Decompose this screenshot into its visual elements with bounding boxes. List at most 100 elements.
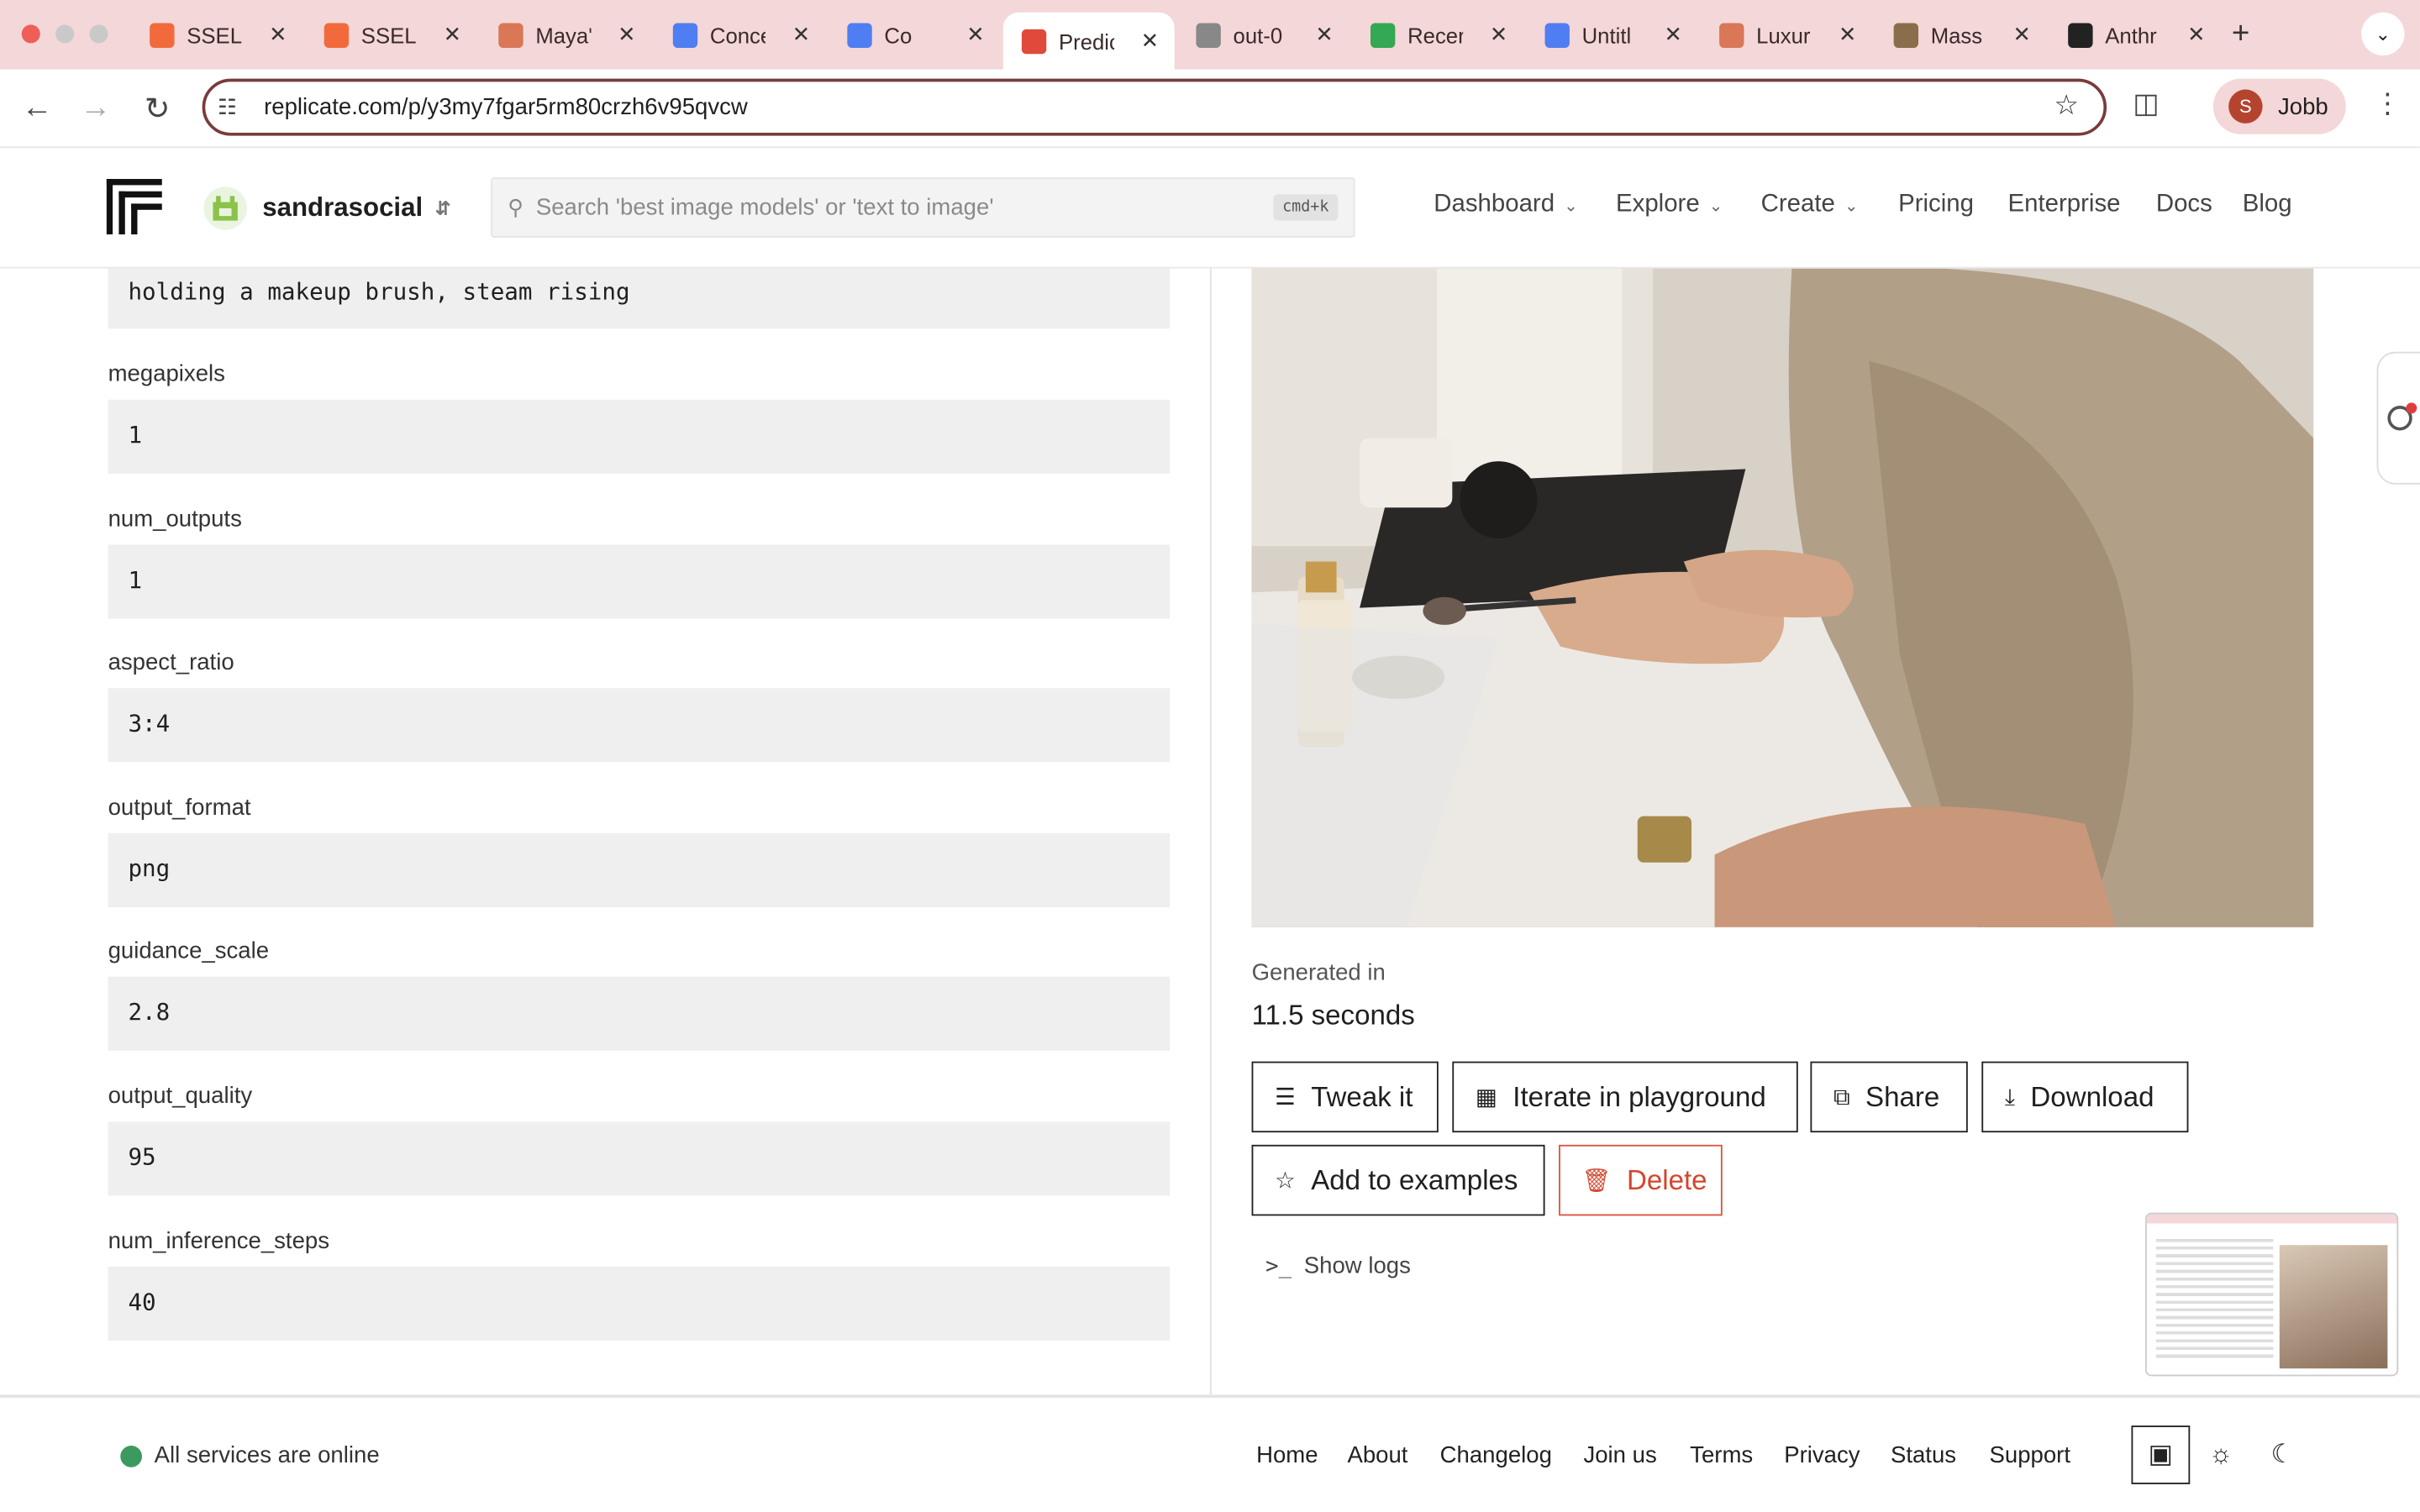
browser-tab[interactable]: Luxur ✕ bbox=[1701, 11, 1872, 59]
site-info-icon[interactable]: ☷ bbox=[218, 94, 237, 120]
forward-icon[interactable]: → bbox=[77, 90, 114, 127]
search-shortcut: cmd+k bbox=[1273, 194, 1339, 221]
generated-in-label: Generated in bbox=[1251, 959, 1386, 986]
browser-tab[interactable]: Recer ✕ bbox=[1352, 11, 1523, 59]
field-value[interactable]: 2.8 bbox=[108, 977, 1171, 1052]
tab-close-icon[interactable]: ✕ bbox=[1490, 22, 1508, 48]
tab-favicon-icon bbox=[1719, 22, 1744, 48]
footer-link-terms[interactable]: Terms bbox=[1690, 1442, 1753, 1468]
star-icon: ☆ bbox=[1275, 1168, 1296, 1194]
tab-title: Mass bbox=[1930, 22, 1983, 48]
tab-favicon-icon bbox=[1370, 22, 1396, 48]
footer-link-join-us[interactable]: Join us bbox=[1583, 1442, 1656, 1468]
download-button[interactable]: ⤓ Download bbox=[1981, 1061, 2189, 1133]
browser-tab[interactable]: Conce ✕ bbox=[655, 11, 826, 59]
bookmark-star-icon[interactable]: ☆ bbox=[2054, 90, 2079, 123]
maximize-window-button[interactable] bbox=[89, 24, 108, 44]
tab-close-icon[interactable]: ✕ bbox=[618, 22, 636, 48]
field-value[interactable]: 40 bbox=[108, 1266, 1171, 1341]
status-online-icon bbox=[120, 1445, 142, 1467]
tab-close-icon[interactable]: ✕ bbox=[1315, 22, 1334, 48]
extensions-icon[interactable]: ◫ bbox=[2133, 88, 2159, 121]
minimize-window-button[interactable] bbox=[55, 24, 75, 44]
light-theme-icon[interactable]: ☼ bbox=[2191, 1425, 2250, 1484]
browser-tab[interactable]: Untitl ✕ bbox=[1526, 11, 1697, 59]
tweak-button[interactable]: ☰ Tweak it bbox=[1251, 1061, 1439, 1133]
iterate-playground-button[interactable]: ▦ Iterate in playground bbox=[1452, 1061, 1798, 1133]
nav-create[interactable]: Create ⌄ bbox=[1761, 192, 1859, 219]
thumbnail-tabbar bbox=[2146, 1214, 2397, 1224]
browser-tab[interactable]: out-0 ✕ bbox=[1177, 11, 1349, 59]
footer-link-support[interactable]: Support bbox=[1990, 1442, 2071, 1468]
tab-title: Predic bbox=[1058, 28, 1115, 54]
tab-title: Untitl bbox=[1581, 22, 1632, 48]
share-button[interactable]: ⧉ Share bbox=[1810, 1061, 1968, 1133]
chevron-down-icon: ⌄ bbox=[1844, 197, 1859, 216]
tab-close-icon[interactable]: ✕ bbox=[1839, 22, 1857, 48]
table-icon: ▦ bbox=[1475, 1084, 1497, 1111]
tweak-label: Tweak it bbox=[1311, 1080, 1413, 1112]
address-bar[interactable]: ☷ replicate.com/p/y3my7fgar5rm80crzh6v95… bbox=[202, 78, 2107, 136]
close-window-button[interactable] bbox=[21, 24, 40, 44]
replicate-logo[interactable] bbox=[106, 179, 162, 235]
browser-tab[interactable]: Predic ✕ bbox=[1002, 12, 1175, 70]
service-status[interactable]: All services are online bbox=[120, 1442, 380, 1469]
tab-close-icon[interactable]: ✕ bbox=[1141, 28, 1160, 54]
tab-title: Recer bbox=[1407, 22, 1464, 48]
field-value[interactable]: 1 bbox=[108, 543, 1171, 618]
prompt-field[interactable]: holding a makeup brush, steam rising bbox=[108, 268, 1171, 329]
org-switcher[interactable]: sandrasocial ⇵ bbox=[203, 186, 450, 230]
nav-dashboard[interactable]: Dashboard ⌄ bbox=[1434, 192, 1578, 219]
field-value[interactable]: 1 bbox=[108, 399, 1171, 474]
nav-enterprise[interactable]: Enterprise bbox=[2008, 192, 2121, 219]
field-value[interactable]: 95 bbox=[108, 1121, 1171, 1196]
iterate-label: Iterate in playground bbox=[1512, 1080, 1766, 1112]
field-label: megapixels bbox=[108, 360, 225, 388]
tab-close-icon[interactable]: ✕ bbox=[444, 22, 462, 48]
org-avatar-icon bbox=[203, 186, 247, 230]
reload-icon[interactable]: ↻ bbox=[139, 90, 176, 127]
tab-search-button[interactable]: ⌄ bbox=[2361, 12, 2405, 56]
show-logs-toggle[interactable]: >_ Show logs bbox=[1265, 1252, 1411, 1278]
delete-button[interactable]: 🗑 Delete bbox=[1559, 1144, 1723, 1216]
tab-close-icon[interactable]: ✕ bbox=[2013, 22, 2032, 48]
browser-tab[interactable]: Maya' ✕ bbox=[480, 11, 651, 59]
browser-tab[interactable]: Mass ✕ bbox=[1876, 11, 2047, 59]
browser-tab[interactable]: SSELF ✕ bbox=[306, 11, 477, 59]
field-value[interactable]: png bbox=[108, 832, 1171, 907]
status-text: All services are online bbox=[154, 1442, 380, 1469]
copy-icon: ⧉ bbox=[1833, 1084, 1850, 1110]
download-icon: ⤓ bbox=[2004, 1084, 2016, 1110]
screenshot-thumbnail[interactable] bbox=[2145, 1212, 2399, 1377]
browser-tab[interactable]: SSELF ✕ bbox=[131, 11, 302, 59]
new-tab-button[interactable]: + bbox=[2232, 17, 2249, 52]
tab-close-icon[interactable]: ✕ bbox=[792, 22, 811, 48]
browser-menu-icon[interactable]: ⋮ bbox=[2374, 88, 2402, 121]
system-theme-icon[interactable]: ▣ bbox=[2131, 1425, 2191, 1484]
browser-tab[interactable]: Anthr ✕ bbox=[2049, 11, 2221, 59]
browser-tab[interactable]: Co ✕ bbox=[829, 11, 1000, 59]
side-feedback-widget[interactable] bbox=[2376, 351, 2420, 485]
output-image[interactable] bbox=[1251, 268, 2314, 927]
tab-favicon-icon bbox=[150, 22, 175, 48]
tab-close-icon[interactable]: ✕ bbox=[2187, 22, 2206, 48]
footer-link-about[interactable]: About bbox=[1347, 1442, 1407, 1468]
tab-close-icon[interactable]: ✕ bbox=[1664, 22, 1682, 48]
dark-theme-icon[interactable]: ☾ bbox=[2254, 1425, 2312, 1484]
profile-button[interactable]: S Jobb bbox=[2212, 78, 2346, 134]
nav-blog[interactable]: Blog bbox=[2243, 192, 2292, 219]
footer-link-home[interactable]: Home bbox=[1256, 1442, 1318, 1468]
nav-explore[interactable]: Explore ⌄ bbox=[1616, 192, 1723, 219]
add-to-examples-button[interactable]: ☆ Add to examples bbox=[1251, 1144, 1545, 1216]
nav-docs[interactable]: Docs bbox=[2156, 192, 2212, 219]
nav-pricing[interactable]: Pricing bbox=[1898, 192, 1974, 219]
field-value[interactable]: 3:4 bbox=[108, 688, 1171, 763]
footer-link-status[interactable]: Status bbox=[1891, 1442, 1956, 1468]
tab-close-icon[interactable]: ✕ bbox=[966, 22, 985, 48]
delete-label: Delete bbox=[1626, 1163, 1707, 1195]
footer-link-changelog[interactable]: Changelog bbox=[1440, 1442, 1552, 1468]
back-icon[interactable]: ← bbox=[18, 90, 55, 127]
tab-close-icon[interactable]: ✕ bbox=[269, 22, 287, 48]
footer-link-privacy[interactable]: Privacy bbox=[1784, 1442, 1860, 1468]
search-input[interactable]: ⚲ Search 'best image models' or 'text to… bbox=[491, 177, 1355, 238]
